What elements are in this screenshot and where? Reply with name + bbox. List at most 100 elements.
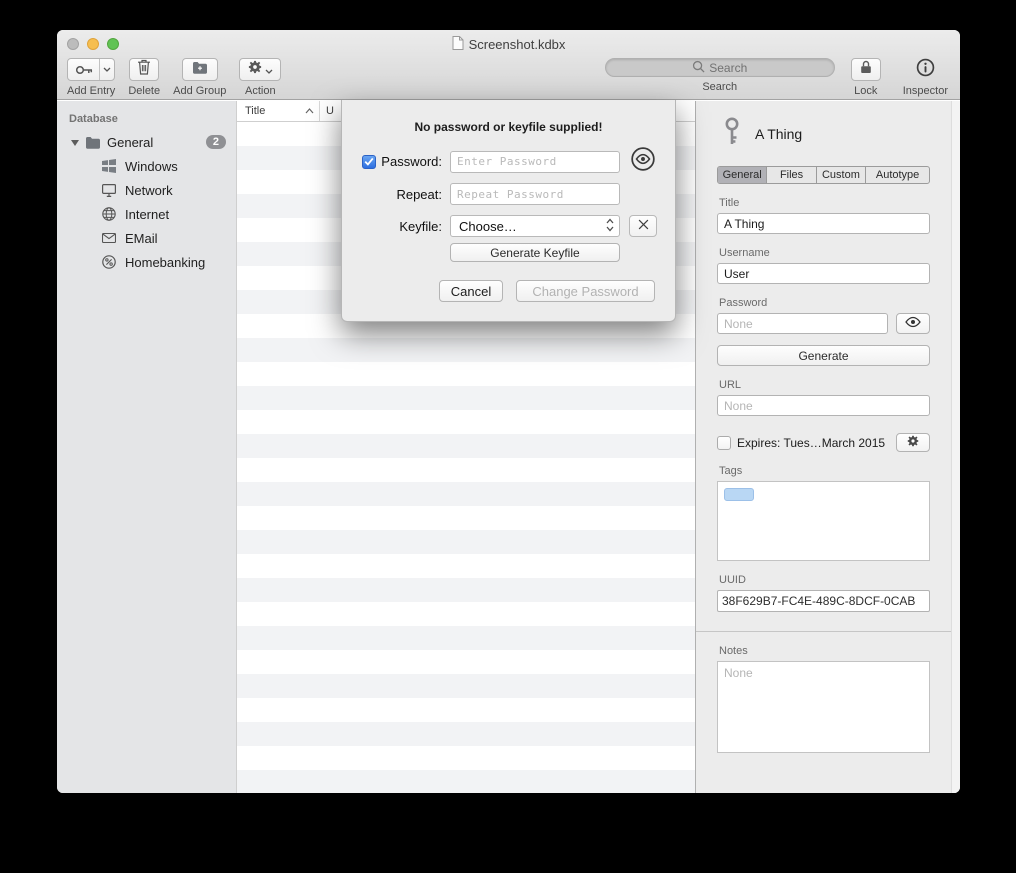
sidebar: Database General 2 Windows Network Inter… [57, 101, 237, 793]
username-field-label: Username [719, 247, 930, 259]
search-icon [692, 60, 705, 76]
sidebar-group-general[interactable]: General 2 [57, 130, 236, 154]
add-group-icon [192, 61, 208, 79]
network-icon [101, 184, 117, 197]
delete-icon [137, 59, 151, 80]
username-field[interactable] [717, 263, 930, 284]
window-title: Screenshot.kdbx [469, 37, 566, 52]
password-field-label: Password [719, 297, 930, 309]
tags-box[interactable] [717, 481, 930, 561]
notes-label: Notes [719, 645, 930, 657]
sidebar-group-label: General [107, 135, 200, 150]
notes-field[interactable]: None [717, 661, 930, 753]
title-field-label: Title [719, 197, 930, 209]
app-window: Screenshot.kdbx Add Entry Delete [57, 30, 960, 793]
expires-settings-button[interactable] [896, 433, 930, 452]
sidebar-item-label: Internet [125, 207, 169, 222]
checkmark-icon [364, 154, 374, 169]
change-password-dialog: No password or keyfile supplied! Passwor… [341, 100, 676, 322]
expires-checkbox[interactable] [717, 436, 731, 450]
expires-label: Expires: Tues…March 2015 [737, 436, 890, 450]
password-checkbox[interactable] [362, 155, 376, 169]
sidebar-item-network[interactable]: Network [57, 178, 236, 202]
lock-button[interactable] [851, 58, 881, 81]
windows-icon [101, 159, 117, 173]
change-password-button[interactable]: Change Password [516, 280, 655, 302]
add-entry-dropdown-arrow[interactable] [99, 59, 114, 80]
tags-label: Tags [719, 465, 930, 477]
dialog-message: No password or keyfile supplied! [342, 120, 675, 134]
tag-chip[interactable] [724, 488, 754, 501]
add-group-tool: Add Group [173, 58, 226, 97]
reveal-password-icon [905, 315, 921, 333]
dialog-reveal-password-icon[interactable] [630, 146, 656, 177]
search-input[interactable]: Search [605, 58, 835, 77]
dialog-password-label-cell: Password: [342, 154, 442, 169]
expires-row: Expires: Tues…March 2015 [717, 433, 930, 452]
delete-label: Delete [128, 85, 160, 97]
tab-custom[interactable]: Custom [817, 167, 866, 183]
title-field[interactable] [717, 213, 930, 234]
inspector-header: A Thing [717, 116, 930, 151]
url-field[interactable] [717, 395, 930, 416]
document-icon [452, 36, 464, 53]
inspector-icon [916, 58, 935, 82]
titlebar: Screenshot.kdbx [57, 36, 960, 52]
lock-label: Lock [854, 85, 877, 97]
dialog-password-label: Password: [381, 154, 442, 169]
generate-keyfile-button[interactable]: Generate Keyfile [450, 243, 620, 262]
sidebar-item-label: Homebanking [125, 255, 205, 270]
generate-password-button[interactable]: Generate [717, 345, 930, 366]
delete-button[interactable] [129, 58, 159, 81]
password-field[interactable] [717, 313, 888, 334]
dialog-keyfile-label: Keyfile: [399, 219, 442, 234]
sidebar-item-label: EMail [125, 231, 158, 246]
sidebar-item-internet[interactable]: Internet [57, 202, 236, 226]
uuid-field[interactable]: 38F629B7-FC4E-489C-8DCF-0CAB [717, 590, 930, 612]
delete-tool: Delete [128, 58, 160, 97]
inspector-button[interactable] [916, 58, 935, 81]
add-group-button[interactable] [182, 58, 218, 81]
column-header-title[interactable]: Title [237, 101, 320, 121]
keyfile-dropdown[interactable]: Choose… [450, 215, 620, 237]
action-button[interactable] [239, 58, 281, 81]
tab-general[interactable]: General [718, 167, 767, 183]
add-entry-button[interactable] [67, 58, 115, 81]
disclosure-icon[interactable] [71, 133, 79, 151]
dialog-password-input[interactable] [450, 151, 620, 173]
search-placeholder: Search [709, 61, 747, 75]
dialog-keyfile-row: Keyfile: Choose… [342, 215, 675, 237]
entry-key-icon [722, 116, 742, 151]
password-row [717, 313, 930, 334]
column-username-label: U [326, 105, 334, 117]
sidebar-item-windows[interactable]: Windows [57, 154, 236, 178]
keyfile-stepper-icon [606, 218, 614, 235]
entry-count-badge: 2 [206, 135, 226, 149]
sidebar-item-homebanking[interactable]: Homebanking [57, 250, 236, 274]
add-entry-icon [68, 59, 99, 80]
dialog-password-row: Password: [342, 146, 675, 177]
inspector-scrollbar[interactable] [951, 101, 960, 793]
sidebar-item-email[interactable]: EMail [57, 226, 236, 250]
keyfile-clear-button[interactable] [629, 215, 657, 237]
action-icon [248, 60, 262, 79]
inspector-entry-title: A Thing [755, 126, 802, 142]
reveal-password-button[interactable] [896, 313, 930, 334]
lock-tool: Lock [851, 58, 881, 97]
sort-ascending-icon [305, 108, 314, 114]
dialog-repeat-input[interactable] [450, 183, 620, 205]
dialog-generate-keyfile-row: Generate Keyfile [342, 243, 675, 262]
inspector-panel: A Thing General Files Custom Autotype Ti… [695, 101, 960, 793]
dialog-repeat-label: Repeat: [396, 187, 442, 202]
sidebar-section-header: Database [57, 109, 236, 130]
tab-files[interactable]: Files [767, 167, 816, 183]
sidebar-item-label: Network [125, 183, 173, 198]
cancel-button[interactable]: Cancel [439, 280, 503, 302]
add-entry-label: Add Entry [67, 85, 115, 97]
action-dropdown-arrow [265, 61, 273, 79]
uuid-label: UUID [719, 574, 930, 586]
inspector-label: Inspector [903, 85, 948, 97]
dialog-form: Password: Repeat: Keyfile: Choose… [342, 146, 675, 262]
tab-autotype[interactable]: Autotype [866, 167, 929, 183]
email-icon [101, 233, 117, 243]
